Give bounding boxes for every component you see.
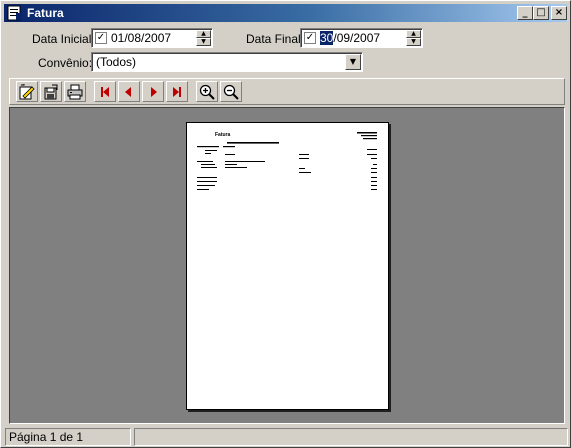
report-page-title: Fatura xyxy=(215,132,231,138)
data-final-spinner[interactable]: ▲ ▼ xyxy=(406,30,421,46)
status-bar-page-info: Página 1 de 1 xyxy=(5,428,131,446)
data-final-value: 30/09/2007 xyxy=(320,31,380,45)
data-inicial-value: 01/08/2007 xyxy=(111,31,172,45)
preview-toolbar xyxy=(9,78,565,105)
data-inicial-label: Data Inicial: xyxy=(32,32,95,46)
print-button[interactable] xyxy=(64,81,86,102)
first-page-button[interactable] xyxy=(94,81,116,102)
data-final-label: Data Final: xyxy=(246,32,305,46)
export-icon xyxy=(44,84,58,100)
close-button[interactable]: × xyxy=(551,6,567,20)
spin-up-icon[interactable]: ▲ xyxy=(196,30,211,38)
data-inicial-spinner[interactable]: ▲ ▼ xyxy=(196,30,211,46)
fatura-window: Fatura _ □ × Data Inicial: ✓ 01/08/2007 … xyxy=(0,0,571,448)
data-final-field[interactable]: ✓ 30/09/2007 ▲ ▼ xyxy=(300,28,423,48)
chevron-down-icon[interactable]: ▼ xyxy=(345,54,361,70)
title-bar[interactable]: Fatura _ □ × xyxy=(4,4,567,22)
zoom-out-button[interactable] xyxy=(220,81,242,102)
minimize-button[interactable]: _ xyxy=(517,6,533,20)
edit-icon xyxy=(19,84,35,100)
next-page-button[interactable] xyxy=(142,81,164,102)
previous-page-button[interactable] xyxy=(118,81,140,102)
printer-icon xyxy=(67,84,83,100)
status-bar-empty xyxy=(134,428,568,446)
data-inicial-checkbox[interactable]: ✓ xyxy=(95,32,107,44)
report-page-content: Fatura xyxy=(197,132,377,190)
last-page-button[interactable] xyxy=(166,81,188,102)
first-page-icon xyxy=(101,87,109,97)
next-page-icon xyxy=(151,87,157,97)
spin-down-icon[interactable]: ▼ xyxy=(196,38,211,46)
convenio-label: Convênio: xyxy=(38,56,93,70)
spin-up-icon[interactable]: ▲ xyxy=(406,30,421,38)
convenio-select[interactable]: (Todos) ▼ xyxy=(91,52,363,72)
data-inicial-field[interactable]: ✓ 01/08/2007 ▲ ▼ xyxy=(91,28,213,48)
report-app-icon xyxy=(7,5,22,21)
report-page: Fatura xyxy=(186,122,389,410)
export-button[interactable] xyxy=(40,81,62,102)
data-final-selected-day: 30 xyxy=(320,31,334,45)
data-final-checkbox[interactable]: ✓ xyxy=(304,32,316,44)
window-title: Fatura xyxy=(27,6,64,20)
data-final-rest: /09/2007 xyxy=(333,31,381,45)
zoom-in-button[interactable] xyxy=(196,81,218,102)
edit-report-button[interactable] xyxy=(16,81,38,102)
spin-down-icon[interactable]: ▼ xyxy=(406,38,421,46)
page-info-text: Página 1 de 1 xyxy=(9,430,84,444)
report-preview-area[interactable]: Fatura xyxy=(9,107,565,424)
previous-page-icon xyxy=(125,87,131,97)
maximize-button[interactable]: □ xyxy=(533,6,549,20)
last-page-icon xyxy=(173,87,181,97)
zoom-in-icon xyxy=(199,84,215,100)
convenio-value: (Todos) xyxy=(96,55,137,69)
zoom-out-icon xyxy=(223,84,239,100)
